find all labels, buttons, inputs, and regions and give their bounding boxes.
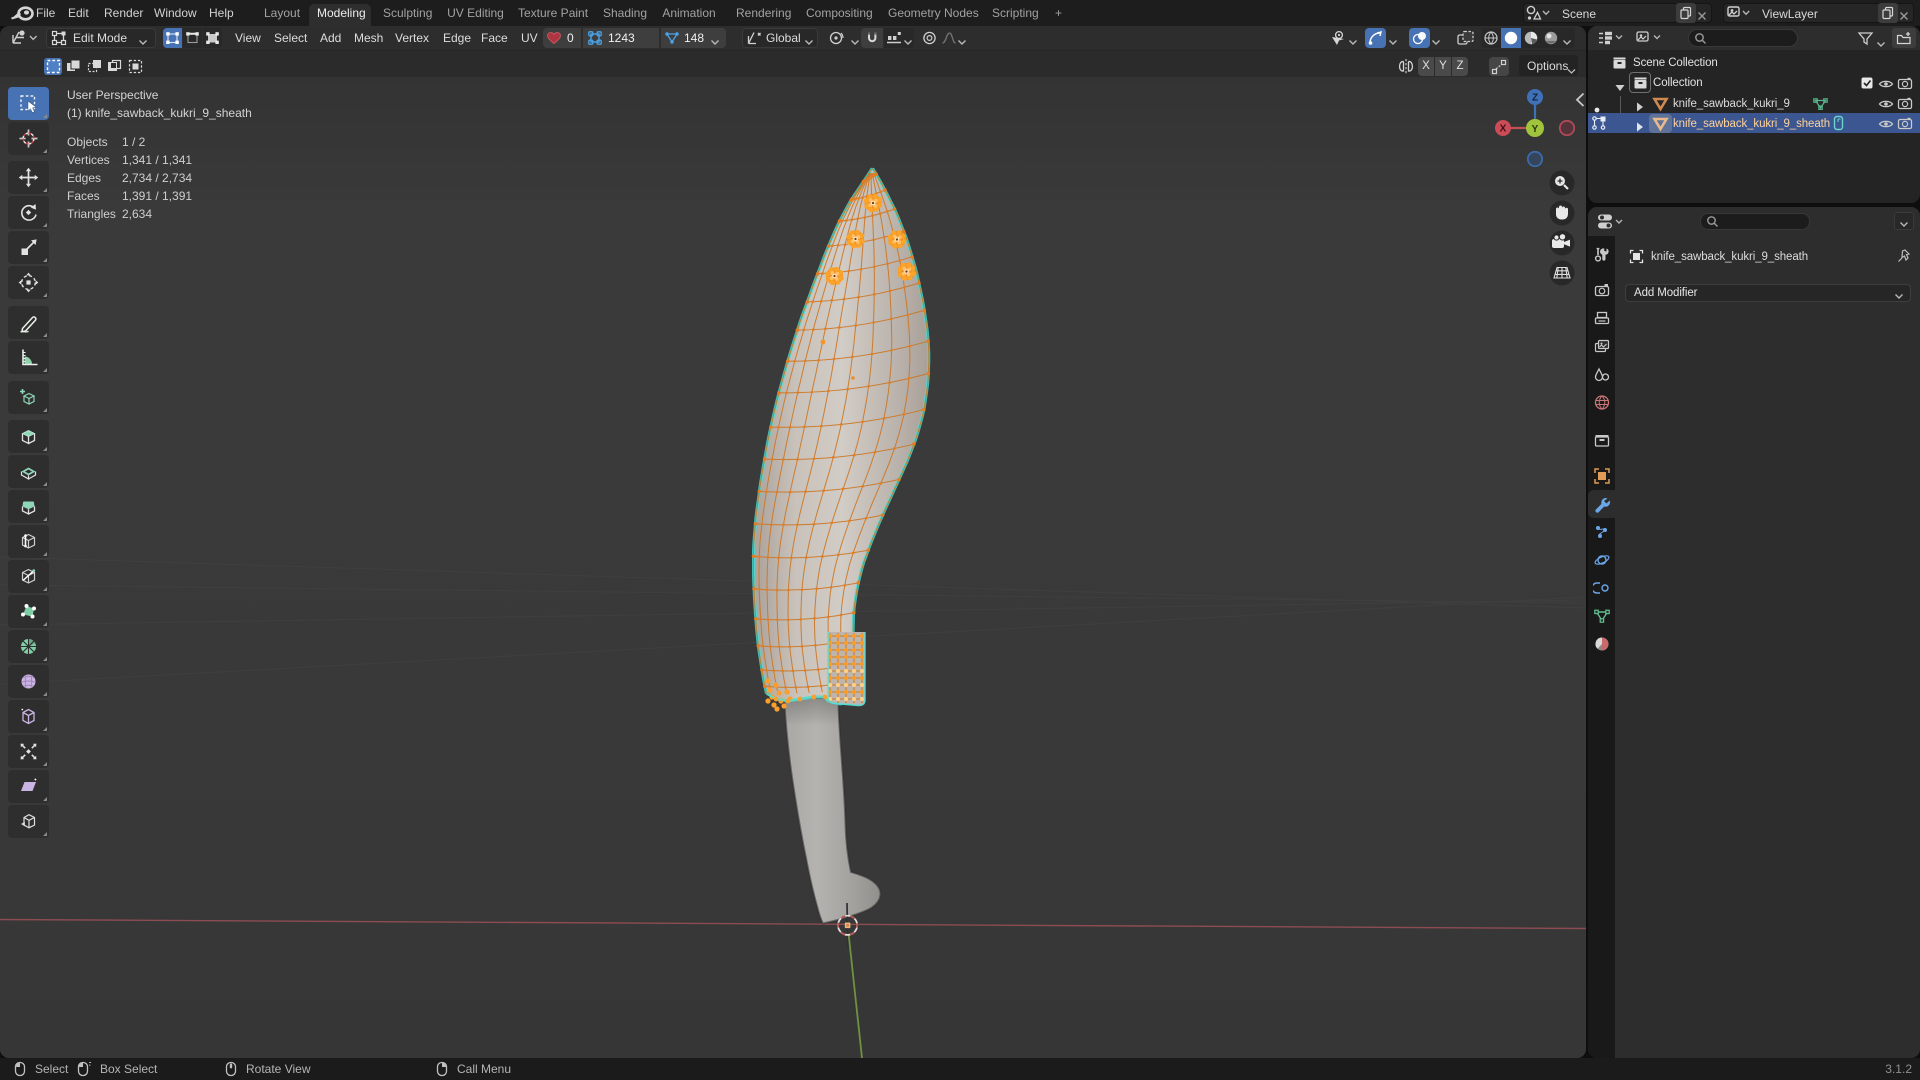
svg-text:Z: Z [1532,93,1538,104]
svg-text:X: X [1500,124,1507,135]
svg-text:Y: Y [1532,124,1539,135]
